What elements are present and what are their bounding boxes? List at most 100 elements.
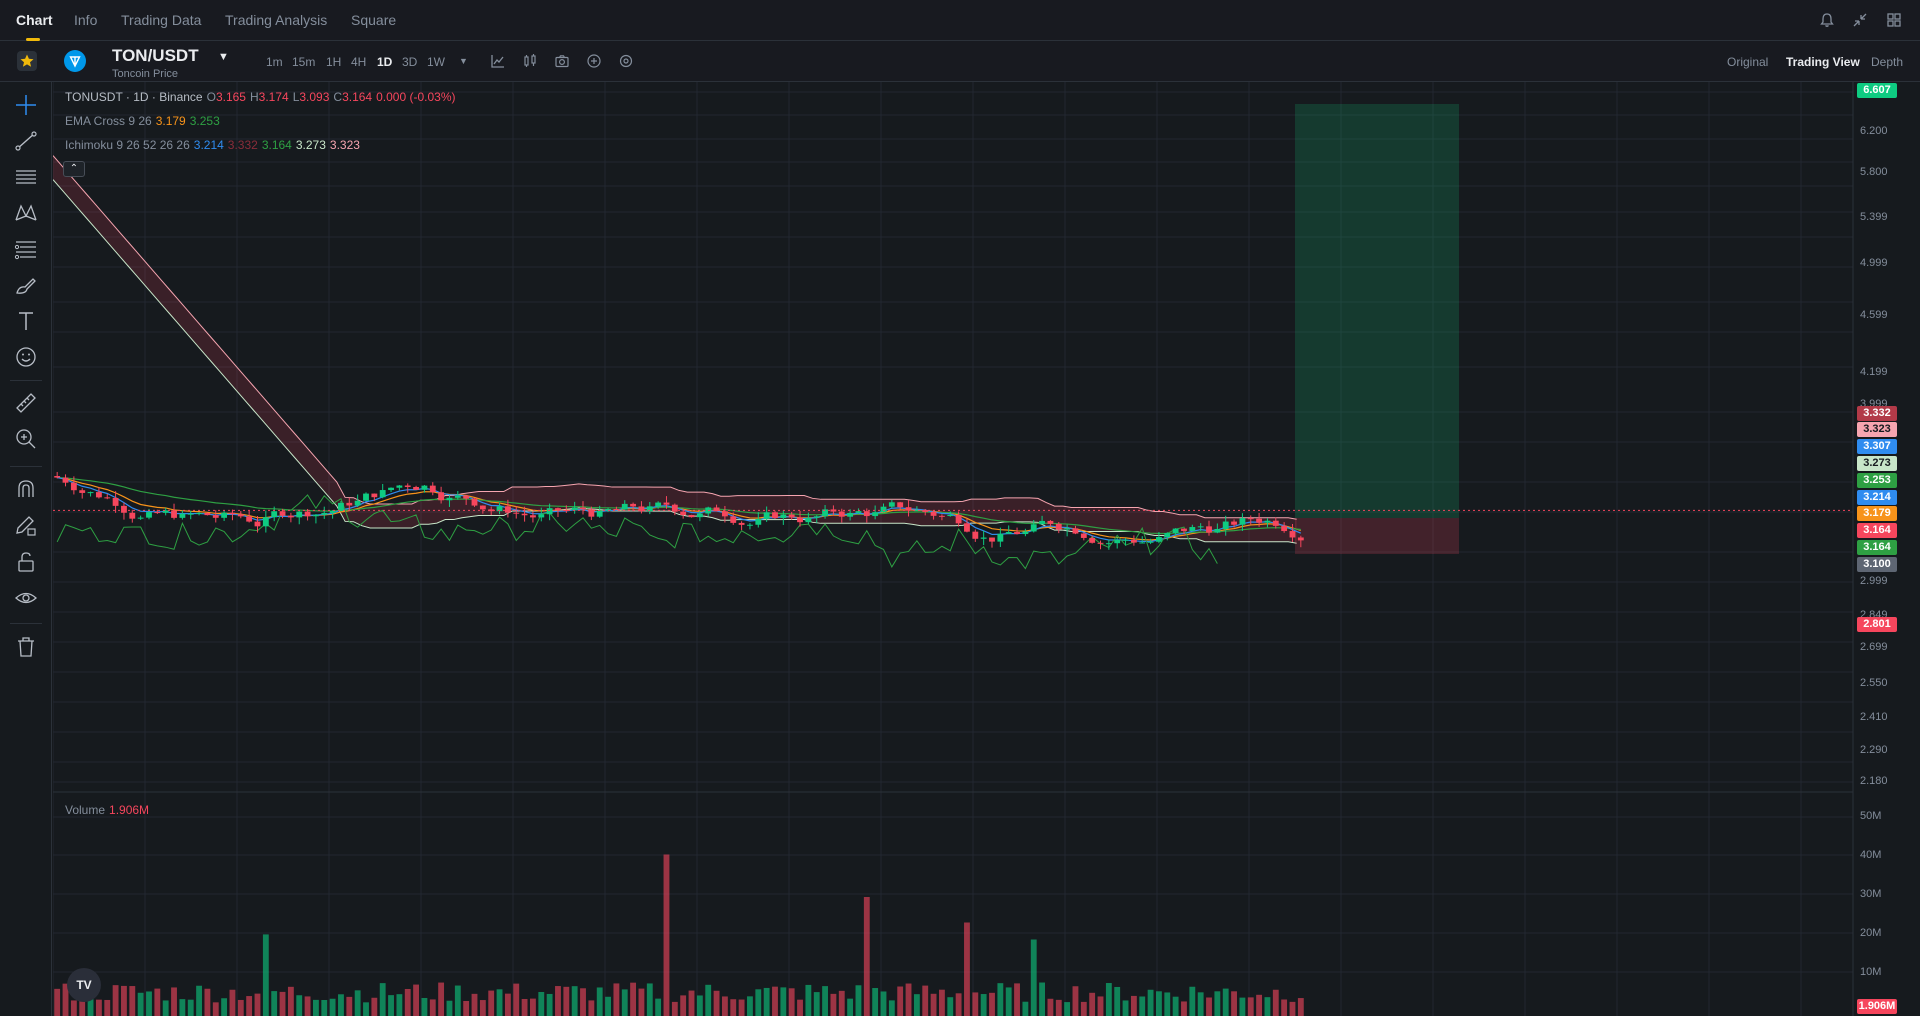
ema-legend[interactable]: EMA Cross 9 26 3.179 3.253 bbox=[65, 114, 224, 128]
candle-body bbox=[947, 514, 954, 517]
candle-body bbox=[513, 512, 520, 514]
volume-bar bbox=[271, 991, 278, 1016]
interval-15m[interactable]: 15m bbox=[292, 55, 315, 69]
indicator-chart-icon[interactable] bbox=[490, 53, 506, 69]
tab-trading-data[interactable]: Trading Data bbox=[121, 12, 201, 28]
legend-collapse-button[interactable]: ⌃ bbox=[63, 161, 85, 177]
candle-body bbox=[62, 477, 69, 483]
volume-tick: 30M bbox=[1860, 888, 1882, 900]
candle-body bbox=[79, 490, 86, 493]
volume-bar bbox=[621, 989, 628, 1016]
candle-body bbox=[246, 516, 253, 522]
candle-body bbox=[872, 512, 879, 517]
volume-bar bbox=[1197, 992, 1204, 1016]
horizontal-lines-icon[interactable] bbox=[13, 164, 39, 190]
brush-icon[interactable] bbox=[13, 272, 39, 298]
volume-bar bbox=[1256, 994, 1263, 1016]
volume-bar bbox=[989, 992, 995, 1016]
settings-icon[interactable] bbox=[618, 53, 634, 69]
pattern-icon[interactable] bbox=[13, 200, 39, 226]
candle-body bbox=[763, 512, 770, 519]
ichimoku-value-3: 3.164 bbox=[261, 138, 292, 152]
candle-body bbox=[479, 505, 486, 510]
symbol-pair[interactable]: TON/USDT bbox=[112, 46, 199, 66]
interval-1m[interactable]: 1m bbox=[266, 55, 283, 69]
view-trading-view[interactable]: Trading View bbox=[1786, 55, 1860, 69]
crosshair-icon[interactable] bbox=[13, 92, 39, 118]
volume-bar bbox=[930, 993, 937, 1016]
add-indicator-icon[interactable] bbox=[586, 53, 602, 69]
symbol-subtitle[interactable]: Toncoin Price bbox=[112, 68, 178, 80]
interval-more-icon[interactable]: ▼ bbox=[459, 56, 468, 66]
collapse-icon[interactable] bbox=[1851, 11, 1869, 29]
symbol-dropdown-icon[interactable]: ▼ bbox=[218, 51, 229, 63]
candle-body bbox=[721, 511, 728, 517]
candle-body bbox=[621, 503, 628, 510]
ichimoku-legend[interactable]: Ichimoku 9 26 52 26 26 3.214 3.332 3.164 3.2… bbox=[65, 138, 364, 152]
ichimoku-value-4: 3.273 bbox=[295, 138, 326, 152]
layout-grid-icon[interactable] bbox=[1885, 11, 1903, 29]
interval-1h[interactable]: 1H bbox=[326, 55, 341, 69]
volume-tick: 20M bbox=[1860, 927, 1882, 939]
view-depth[interactable]: Depth bbox=[1871, 55, 1903, 69]
ichimoku-value-1: 3.214 bbox=[193, 138, 224, 152]
trash-icon[interactable] bbox=[13, 634, 39, 660]
price-label-stop: 2.801 bbox=[1857, 617, 1897, 632]
ichimoku-value-2: 3.332 bbox=[227, 138, 258, 152]
ichimoku-span-b-line bbox=[53, 155, 1297, 520]
volume-bar bbox=[438, 982, 445, 1016]
interval-3d[interactable]: 3D bbox=[402, 55, 417, 69]
interval-4h[interactable]: 4H bbox=[351, 55, 366, 69]
price-tick: 2.290 bbox=[1860, 744, 1888, 756]
volume-bar bbox=[1030, 939, 1037, 1016]
lock-icon[interactable] bbox=[13, 549, 39, 575]
text-tool-icon[interactable] bbox=[13, 308, 39, 334]
volume-bar bbox=[488, 990, 495, 1016]
candle-body bbox=[555, 508, 561, 510]
magnet-icon[interactable] bbox=[13, 477, 39, 503]
interval-1d[interactable]: 1D bbox=[377, 55, 392, 69]
tab-info[interactable]: Info bbox=[74, 12, 97, 28]
ruler-icon[interactable] bbox=[13, 390, 39, 416]
volume-bar bbox=[1222, 988, 1229, 1016]
candles-icon[interactable] bbox=[522, 53, 538, 69]
tradingview-logo[interactable]: TV bbox=[67, 968, 101, 1002]
volume-bar bbox=[563, 986, 570, 1016]
candle-body bbox=[738, 522, 745, 525]
candle-body bbox=[630, 503, 637, 507]
view-original[interactable]: Original bbox=[1727, 55, 1768, 69]
price-label-ema26: 3.253 bbox=[1857, 473, 1897, 488]
volume-bar bbox=[421, 997, 428, 1016]
volume-bar bbox=[805, 984, 812, 1016]
volume-bar bbox=[471, 993, 478, 1016]
interval-1w[interactable]: 1W bbox=[427, 55, 445, 69]
tab-chart[interactable]: Chart bbox=[16, 12, 53, 28]
volume-bar bbox=[1272, 989, 1279, 1016]
emoji-icon[interactable] bbox=[13, 344, 39, 370]
camera-icon[interactable] bbox=[554, 53, 570, 69]
favorite-star-icon[interactable] bbox=[17, 51, 37, 71]
candle-body bbox=[454, 495, 461, 498]
candle-body bbox=[989, 537, 995, 542]
volume-bar bbox=[221, 998, 228, 1016]
candle-body bbox=[1139, 542, 1146, 544]
fib-retracement-icon[interactable] bbox=[13, 236, 39, 262]
volume-bar bbox=[1089, 992, 1096, 1016]
volume-bar bbox=[346, 996, 353, 1016]
price-label-last: 3.164 bbox=[1857, 523, 1897, 538]
trend-line-icon[interactable] bbox=[13, 128, 39, 154]
position-target-zone bbox=[1295, 104, 1459, 518]
volume-bar bbox=[1206, 997, 1212, 1016]
tab-square[interactable]: Square bbox=[351, 12, 396, 28]
bell-icon[interactable] bbox=[1818, 11, 1836, 29]
candle-body bbox=[404, 485, 411, 487]
pencil-lock-icon[interactable] bbox=[13, 513, 39, 539]
chart-canvas[interactable] bbox=[53, 82, 1920, 1016]
chart-area[interactable]: TONUSDT · 1D · Binance O3.165 H3.174 L3.093… bbox=[53, 82, 1920, 1016]
eye-icon[interactable] bbox=[13, 585, 39, 611]
volume-bar bbox=[312, 999, 319, 1016]
candle-body bbox=[1047, 520, 1054, 524]
zoom-in-icon[interactable] bbox=[13, 426, 39, 452]
tab-trading-analysis[interactable]: Trading Analysis bbox=[225, 12, 327, 28]
volume-value: 1.906M bbox=[109, 803, 150, 817]
